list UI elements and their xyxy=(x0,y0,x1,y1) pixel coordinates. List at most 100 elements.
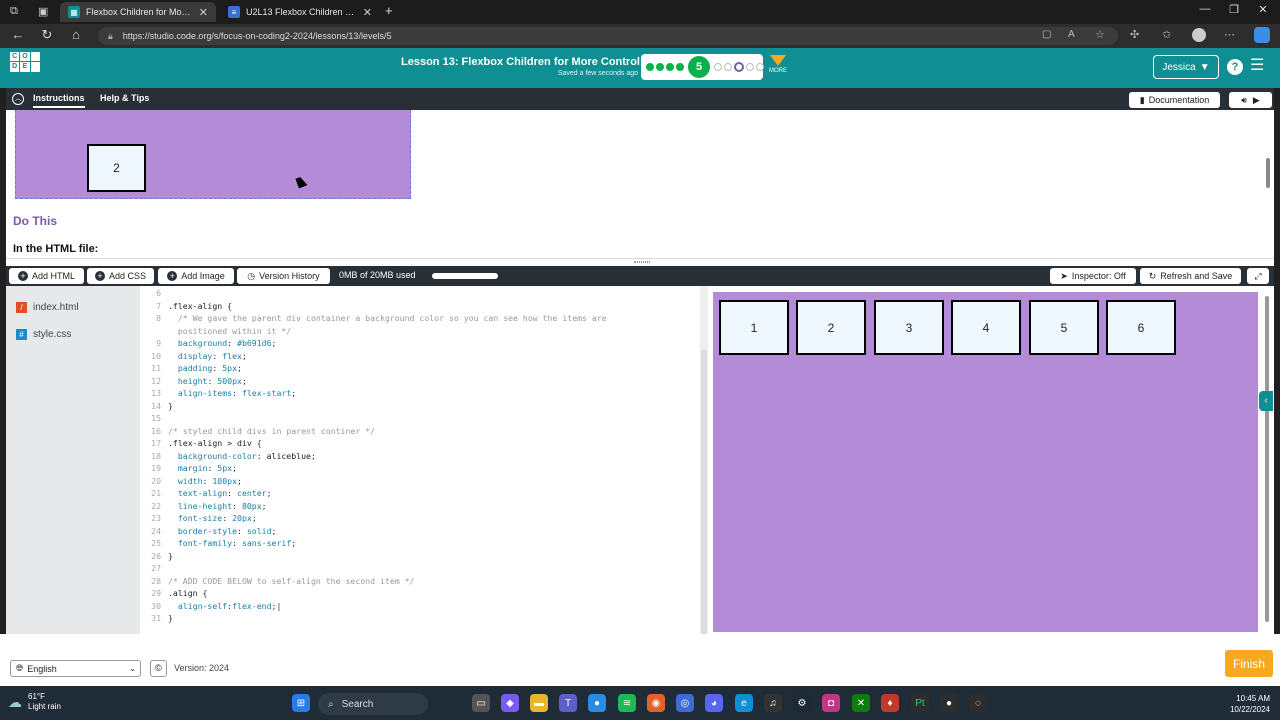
firefox-icon[interactable]: ◉ xyxy=(647,694,665,712)
workspaces-icon[interactable]: ⧉ xyxy=(10,5,18,18)
code-line[interactable]: positioned within it */ xyxy=(140,325,700,338)
level-dot-4[interactable] xyxy=(676,63,684,71)
close-tab-icon[interactable]: ✕ xyxy=(199,6,208,19)
code-line[interactable]: 16 /* styled child divs in parent contine… xyxy=(140,425,700,438)
collapse-instructions-icon[interactable]: ︿ xyxy=(12,93,24,105)
read-aloud-icon[interactable]: A xyxy=(1068,29,1075,40)
app-icon[interactable]: Pt xyxy=(911,694,929,712)
code-line[interactable]: 13 align-items: flex-start; xyxy=(140,387,700,400)
text-to-speech-button[interactable]: 🔊︎ ▶ xyxy=(1229,92,1272,108)
taskbar-clock[interactable]: 10:45 AM 10/22/2024 xyxy=(1200,693,1270,715)
app-icon[interactable]: ● xyxy=(588,694,606,712)
app-icon[interactable]: ◎ xyxy=(676,694,694,712)
version-history-button[interactable]: ◷ Version History xyxy=(237,268,330,284)
browser-tab-cheatsheet[interactable]: ≡ U2L13 Flexbox Children Cheat Sh ✕ xyxy=(220,2,380,22)
code-line[interactable]: 17 .flex-align > div { xyxy=(140,437,700,450)
code-line[interactable]: 23 font-size: 20px; xyxy=(140,512,700,525)
fullscreen-button[interactable]: ⤢ xyxy=(1247,268,1269,284)
app-available-icon[interactable]: ▢ xyxy=(1042,29,1051,40)
code-line[interactable]: 18 background-color: aliceblue; xyxy=(140,450,700,463)
tab-help-tips[interactable]: Help & Tips xyxy=(100,93,149,103)
extensions-icon[interactable]: ✣ xyxy=(1130,28,1139,41)
user-menu-button[interactable]: Jessica ▼ xyxy=(1153,55,1219,79)
code-line[interactable]: 14} xyxy=(140,400,700,413)
app-icon[interactable]: ● xyxy=(940,694,958,712)
code-line[interactable]: 20 width: 100px; xyxy=(140,475,700,488)
editor-scrollbar[interactable] xyxy=(700,286,708,634)
task-view-icon[interactable]: ▭ xyxy=(472,694,490,712)
code-line[interactable]: 12 height: 500px; xyxy=(140,375,700,388)
file-item-index-html[interactable]: / index.html xyxy=(16,302,79,313)
back-icon[interactable]: ← xyxy=(8,27,28,42)
code-line[interactable]: 11 padding: 5px; xyxy=(140,362,700,375)
spotify-icon[interactable]: ≋ xyxy=(618,694,636,712)
level-dot-challenge[interactable] xyxy=(734,62,744,72)
app-icon[interactable]: ♦ xyxy=(881,694,899,712)
profile-avatar[interactable] xyxy=(1192,28,1206,42)
add-html-button[interactable]: + Add HTML xyxy=(9,268,84,284)
more-options-icon[interactable]: ⋯ xyxy=(1224,28,1235,41)
new-tab-button[interactable]: + xyxy=(385,3,393,18)
lesson-title[interactable]: Lesson 13: Flexbox Children for More Con… xyxy=(360,56,640,68)
copyright-button[interactable]: © xyxy=(150,660,167,677)
teams-icon[interactable]: T xyxy=(559,694,577,712)
favorites-icon[interactable]: ✩ xyxy=(1162,28,1171,41)
level-dot-9[interactable] xyxy=(746,63,754,71)
panel-resize-handle[interactable] xyxy=(6,258,1274,266)
finish-button[interactable]: Finish xyxy=(1225,650,1273,677)
edge-icon[interactable]: e xyxy=(735,694,753,712)
app-icon[interactable]: ◌ xyxy=(969,694,987,712)
add-image-button[interactable]: + Add Image xyxy=(158,268,234,284)
code-line[interactable]: 21 text-align: center; xyxy=(140,487,700,500)
code-line[interactable]: 28 /* ADD CODE BELOW to self-align the se… xyxy=(140,575,700,588)
steam-icon[interactable]: ⚙ xyxy=(793,694,811,712)
maximize-button[interactable]: ❐ xyxy=(1219,3,1249,16)
tab-instructions[interactable]: Instructions xyxy=(33,93,85,108)
code-line[interactable]: 29 .align { xyxy=(140,587,700,600)
window-close-button[interactable]: ✕ xyxy=(1248,3,1278,16)
close-tab-icon[interactable]: ✕ xyxy=(363,6,372,19)
code-line[interactable]: 30 align-self:flex-end;| xyxy=(140,600,700,613)
weather-widget[interactable]: ☁ 61°F Light rain xyxy=(8,692,61,712)
code-editor[interactable]: 6 7 .flex-align {8 /* We gave the parent d… xyxy=(140,286,700,634)
level-dot-6[interactable] xyxy=(714,63,722,71)
reload-icon[interactable]: ↻ xyxy=(37,27,57,43)
code-line[interactable]: 27 xyxy=(140,562,700,575)
url-bar[interactable]: 🔒︎ https://studio.code.org/s/focus-on-co… xyxy=(98,27,1118,45)
xbox-icon[interactable]: ✕ xyxy=(852,694,870,712)
documentation-button[interactable]: ▮ Documentation xyxy=(1129,92,1220,108)
language-select[interactable]: 🌐︎ English ⌄ xyxy=(10,660,141,677)
level-dot-3[interactable] xyxy=(666,63,674,71)
tab-actions-icon[interactable]: ▣ xyxy=(38,5,48,18)
code-line[interactable]: 19 margin: 5px; xyxy=(140,462,700,475)
more-levels-button[interactable]: MORE xyxy=(767,55,789,74)
code-line[interactable]: 31} xyxy=(140,612,700,625)
copilot-icon[interactable] xyxy=(1254,27,1270,43)
copilot-taskbar-icon[interactable]: ◆ xyxy=(501,694,519,712)
code-line[interactable]: 25 font-family: sans-serif; xyxy=(140,537,700,550)
instructions-scrollbar[interactable] xyxy=(1264,112,1272,256)
code-line[interactable]: 8 /* We gave the parent div container a … xyxy=(140,312,700,325)
taskbar-search[interactable]: ⌕ Search xyxy=(318,693,428,715)
preview-scrollbar[interactable] xyxy=(1263,290,1272,634)
help-button[interactable]: ? xyxy=(1227,59,1243,75)
itunes-icon[interactable]: ♫ xyxy=(764,694,782,712)
code-line[interactable]: 7 .flex-align { xyxy=(140,300,700,313)
home-icon[interactable]: ⌂ xyxy=(66,27,86,42)
minimize-button[interactable]: — xyxy=(1190,3,1220,15)
add-css-button[interactable]: + Add CSS xyxy=(87,268,154,284)
refresh-save-button[interactable]: ↻ Refresh and Save xyxy=(1140,268,1241,284)
discord-icon[interactable]: ◕ xyxy=(705,694,723,712)
inspector-toggle-button[interactable]: ➤ Inspector: Off xyxy=(1050,268,1136,284)
chevron-left-icon[interactable]: ‹ xyxy=(1259,391,1273,411)
hamburger-menu-icon[interactable]: ☰ xyxy=(1250,58,1268,74)
file-item-style-css[interactable]: # style.css xyxy=(16,329,71,340)
level-dot-current[interactable]: 5 xyxy=(688,56,710,78)
code-line[interactable]: 22 line-height: 80px; xyxy=(140,500,700,513)
file-explorer-icon[interactable]: ▬ xyxy=(530,694,548,712)
code-line[interactable]: 26} xyxy=(140,550,700,563)
code-line[interactable]: 10 display: flex; xyxy=(140,350,700,363)
level-dot-1[interactable] xyxy=(646,63,654,71)
code-line[interactable]: 6 xyxy=(140,287,700,300)
level-dot-7[interactable] xyxy=(724,63,732,71)
